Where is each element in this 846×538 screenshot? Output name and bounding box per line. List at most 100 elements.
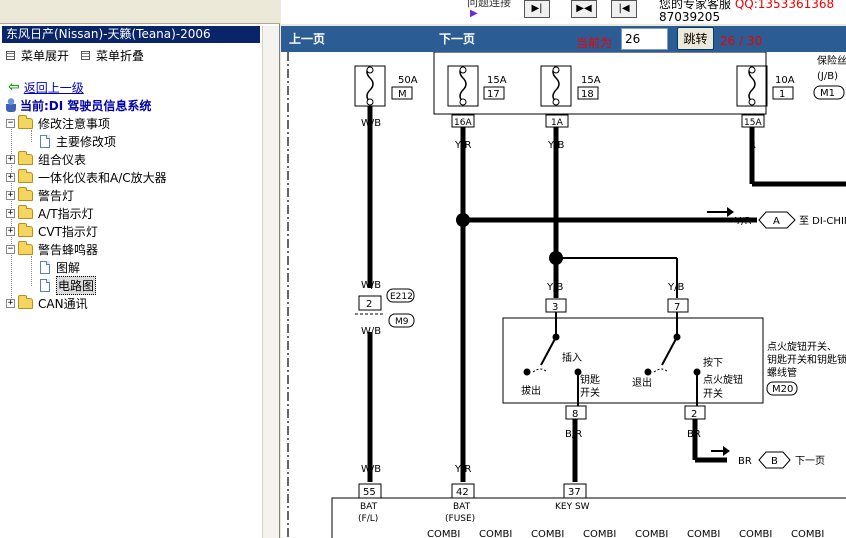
fuse-amp: 10A bbox=[775, 75, 795, 86]
prev-page-button[interactable]: |◀ bbox=[611, 0, 637, 18]
fuse-amp: 50A bbox=[398, 75, 418, 86]
expand-all-button[interactable]: 菜单展开 bbox=[6, 47, 69, 64]
tree-item-page[interactable]: 图解 bbox=[40, 258, 80, 276]
combi-pin-label: BAT bbox=[360, 502, 378, 512]
collapse-toggle-icon[interactable]: − bbox=[6, 118, 15, 128]
tree-item-label: 电路图 bbox=[56, 275, 97, 295]
page-count: 26 / 30 bbox=[720, 34, 763, 48]
page-icon bbox=[40, 278, 50, 292]
jump-button[interactable]: 跳转 bbox=[677, 27, 714, 50]
switch-pin: 7 bbox=[674, 302, 680, 313]
switch-travel bbox=[532, 368, 548, 373]
expand-toggle-icon[interactable]: + bbox=[6, 154, 15, 164]
folder-icon bbox=[18, 204, 33, 219]
folder-icon bbox=[18, 168, 33, 183]
page-nav-bar: 上一页 下一页 当前为 跳转 26 / 30 bbox=[281, 26, 846, 52]
fuse-box-conn: M1 bbox=[820, 88, 835, 99]
switch-pull-label: 拔出 bbox=[521, 384, 541, 397]
tree-item-folder[interactable]: + 警告灯 bbox=[6, 186, 74, 204]
fit-page-button[interactable]: ▶◀ bbox=[571, 0, 597, 18]
tree-item-folder[interactable]: + 一体化仪表和A/C放大器 bbox=[6, 168, 167, 186]
switch-contact bbox=[523, 368, 531, 376]
wire-label: R bbox=[749, 140, 756, 151]
tree-item-page-selected[interactable]: 电路图 bbox=[40, 275, 97, 295]
current-node: 当前:DI 驾驶员信息系统 bbox=[6, 96, 151, 114]
tree-item-folder[interactable]: + 组合仪表 bbox=[6, 150, 86, 168]
tree-item-folder[interactable]: + CVT指示灯 bbox=[6, 222, 98, 240]
page-number-input[interactable] bbox=[621, 28, 668, 50]
fuse-box-sublabel: (J/B) bbox=[817, 71, 838, 82]
switch-out-label: 退出 bbox=[632, 376, 652, 389]
wire-label: BR bbox=[738, 456, 752, 467]
ad-text-qq: QQ:1353361368 bbox=[734, 0, 835, 11]
switch-conn: M20 bbox=[772, 384, 793, 395]
folder-icon bbox=[18, 222, 33, 237]
switch-key-label: 钥匙 bbox=[580, 373, 600, 386]
collapse-toggle-icon[interactable]: − bbox=[6, 244, 15, 254]
tree-item-folder[interactable]: + CAN通讯 bbox=[6, 294, 88, 312]
fuse-id: 1 bbox=[779, 89, 785, 100]
folder-icon bbox=[18, 294, 33, 309]
tree-item-label: 一体化仪表和A/C放大器 bbox=[38, 170, 167, 185]
combi-pin: 37 bbox=[568, 487, 581, 498]
combi-pin: 55 bbox=[363, 487, 376, 498]
expand-toggle-icon[interactable]: + bbox=[6, 226, 15, 236]
expand-toggle-icon[interactable]: + bbox=[6, 298, 15, 308]
tree-item-folder[interactable]: + A/T指示灯 bbox=[6, 204, 94, 222]
current-node-label: 当前:DI 驾驶员信息系统 bbox=[20, 98, 152, 113]
back-link[interactable]: ⇦ 返回上一级 bbox=[8, 78, 84, 96]
expand-all-label: 菜单展开 bbox=[21, 49, 70, 63]
switch-key-label-b: 开关 bbox=[580, 386, 600, 399]
fuse-id: M bbox=[398, 89, 407, 100]
wire-label: Y/B bbox=[667, 282, 684, 293]
next-page-link[interactable]: 下一页 bbox=[439, 30, 475, 47]
folder-icon bbox=[18, 186, 33, 201]
fuse-box-pin: 16A bbox=[454, 118, 472, 128]
collapse-all-label: 菜单折叠 bbox=[96, 49, 145, 63]
fuse-id: 17 bbox=[487, 89, 500, 100]
expand-icon bbox=[6, 51, 15, 60]
wire-label: Y/R bbox=[454, 140, 471, 151]
expand-toggle-icon[interactable]: + bbox=[6, 172, 15, 182]
combi-pin-sub: (F/L) bbox=[358, 514, 378, 524]
folder-open-icon bbox=[18, 114, 33, 129]
combi-label: COMBI bbox=[427, 529, 460, 538]
switch-blade bbox=[540, 336, 557, 366]
offpage-label: A bbox=[773, 216, 780, 227]
wire-label: W/B bbox=[361, 118, 381, 129]
switch-title: 点火旋钮开关、 bbox=[767, 340, 837, 353]
tree-item-page[interactable]: 主要修改项 bbox=[40, 132, 116, 150]
folder-icon bbox=[18, 150, 33, 165]
fuse-box-pin: 1A bbox=[551, 118, 564, 128]
first-page-button[interactable]: ▶| bbox=[524, 0, 550, 18]
combi-pin-sub: (FUSE) bbox=[445, 514, 475, 524]
wire-label: BR bbox=[687, 429, 701, 440]
switch-box bbox=[502, 317, 764, 404]
connector-name: E212 bbox=[390, 292, 413, 302]
wire-label: W/B bbox=[361, 464, 381, 475]
wire-label: W/B bbox=[361, 326, 381, 337]
wire-label: B/R bbox=[565, 429, 582, 440]
tree-item-folder[interactable]: − 警告蜂鸣器 bbox=[6, 240, 98, 258]
switch-title-b: 钥匙开关和钥匙锁 bbox=[767, 353, 846, 366]
prev-page-link[interactable]: 上一页 bbox=[289, 30, 325, 47]
collapse-all-button[interactable]: 菜单折叠 bbox=[81, 47, 144, 64]
combi-label: COMBI bbox=[531, 529, 564, 538]
fuse-box-label: 保险丝盒 bbox=[817, 54, 846, 67]
collapse-icon bbox=[81, 51, 90, 60]
fuse-terminal bbox=[748, 66, 756, 74]
tree-item-label: 图解 bbox=[56, 260, 81, 275]
fuse-terminal bbox=[552, 66, 560, 74]
tree-item-folder[interactable]: − 修改注意事项 bbox=[6, 114, 110, 132]
arrow-head bbox=[723, 446, 730, 456]
expand-toggle-icon[interactable]: + bbox=[6, 190, 15, 200]
left-scrollbar[interactable] bbox=[262, 26, 279, 538]
fuse-amp: 15A bbox=[487, 75, 507, 86]
current-page-label: 当前为 bbox=[576, 36, 613, 50]
wiring-diagram: 保险丝盒 (J/B) M1 50A M 15A 17 15 bbox=[281, 52, 846, 538]
expand-toggle-icon[interactable]: + bbox=[6, 208, 15, 218]
fuse-id: 18 bbox=[581, 89, 594, 100]
folder-open-icon bbox=[18, 240, 33, 255]
offpage-label: B bbox=[771, 456, 778, 467]
offpage-target: 至 DI-CHIME bbox=[799, 215, 846, 227]
